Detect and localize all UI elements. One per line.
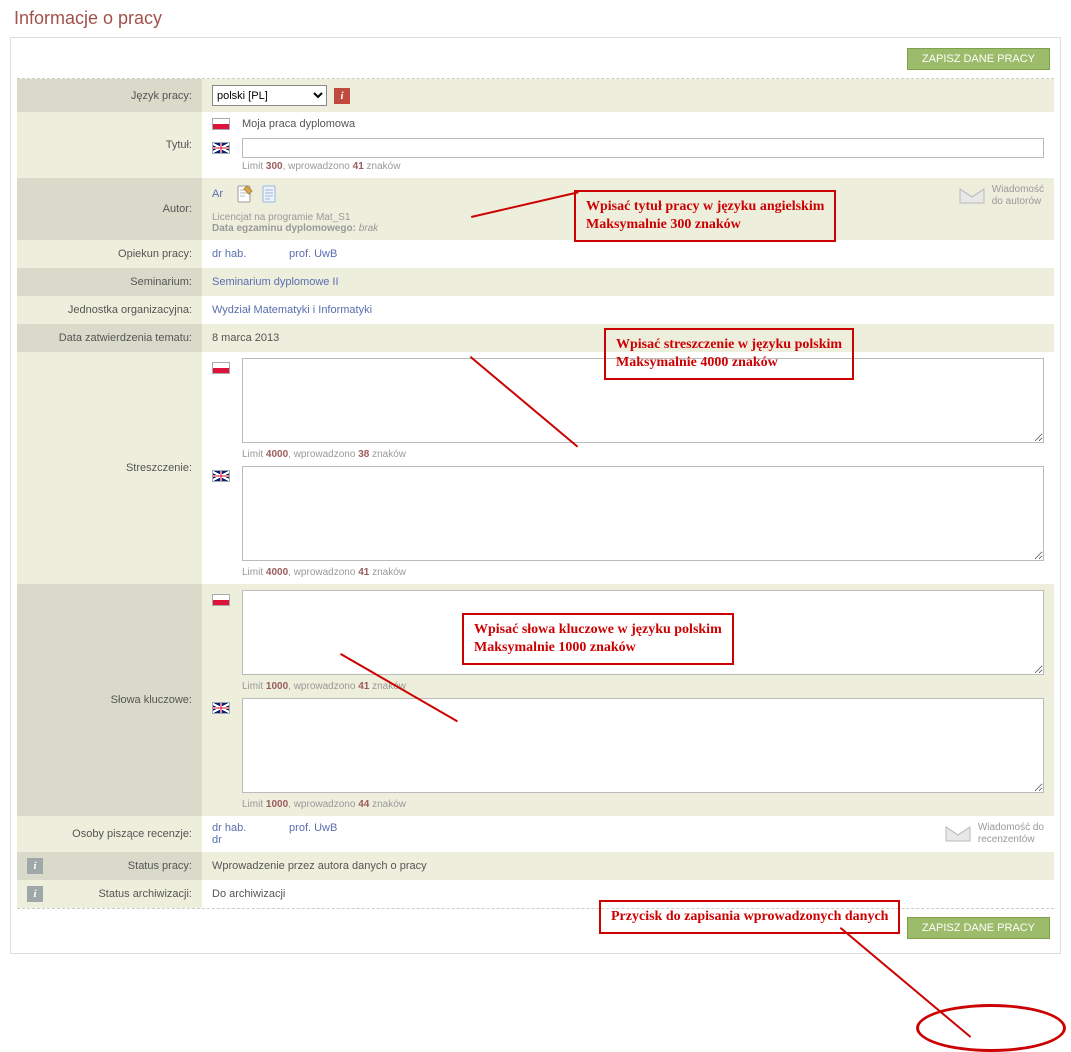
abstract-en-textarea[interactable] — [242, 466, 1044, 561]
keywords-pl-limit: Limit 1000, wprowadzono 41 znaków — [242, 681, 1044, 692]
label-supervisor: Opiekun pracy: — [17, 240, 202, 268]
label-author: Autor: — [17, 178, 202, 240]
flag-pl-icon — [212, 118, 230, 130]
info-icon[interactable]: i — [334, 88, 350, 104]
archive-value: Do archiwizacji — [202, 880, 1054, 908]
flag-gb-icon — [212, 702, 230, 714]
message-reviewers-link[interactable]: Wiadomość do recenzentów — [944, 822, 1044, 846]
annotation-line — [840, 927, 972, 1038]
keywords-en-limit: Limit 1000, wprowadzono 44 znaków — [242, 799, 1044, 810]
main-panel: ZAPISZ DANE PRACY Język pracy: polski [P… — [10, 37, 1061, 954]
label-archive-status: i Status archiwizacji: — [17, 880, 202, 908]
label-orgunit: Jednostka organizacyjna: — [17, 296, 202, 324]
status-value: Wprowadzenie przez autora danych o pracy — [202, 852, 1054, 880]
save-button-top[interactable]: ZAPISZ DANE PRACY — [907, 48, 1050, 70]
flag-gb-icon — [212, 470, 230, 482]
abstract-pl-textarea[interactable] — [242, 358, 1044, 443]
label-abstract: Streszczenie: — [17, 352, 202, 584]
label-keywords: Słowa kluczowe: — [17, 584, 202, 816]
author-name[interactable]: Ar — [212, 188, 223, 200]
label-reviewers: Osoby piszące recenzje: — [17, 816, 202, 852]
flag-pl-icon — [212, 362, 230, 374]
supervisor-link[interactable]: dr hab. prof. UwB — [212, 248, 337, 260]
author-exam: Data egzaminu dyplomowego: brak — [212, 223, 1044, 234]
label-approve-date: Data zatwierdzenia tematu: — [17, 324, 202, 352]
doc-icon-1[interactable] — [236, 184, 254, 204]
approve-date-value: 8 marca 2013 — [202, 324, 1054, 352]
page-title: Informacje o pracy — [0, 0, 1071, 33]
label-language: Język pracy: — [17, 79, 202, 112]
author-program: Licencjat na programie Mat_S1 — [212, 212, 1044, 223]
abstract-pl-limit: Limit 4000, wprowadzono 38 znaków — [242, 449, 1044, 460]
title-limit-info: Limit 300, wprowadzono 41 znaków — [242, 161, 1044, 172]
title-pl-text: Moja praca dyplomowa — [242, 118, 355, 130]
info-icon[interactable]: i — [27, 858, 43, 874]
top-save-bar: ZAPISZ DANE PRACY — [17, 44, 1054, 79]
seminar-link[interactable]: Seminarium dyplomowe II — [212, 276, 339, 288]
form-table: Język pracy: polski [PL] i Tytuł: Moja p… — [17, 79, 1054, 908]
message-authors-link[interactable]: Wiadomość do autorów — [958, 184, 1044, 208]
abstract-en-limit: Limit 4000, wprowadzono 41 znaków — [242, 567, 1044, 578]
label-title: Tytuł: — [17, 112, 202, 178]
info-icon[interactable]: i — [27, 886, 43, 902]
label-status: i Status pracy: — [17, 852, 202, 880]
reviewer-2[interactable]: dr — [212, 834, 1044, 846]
bottom-save-bar: ZAPISZ DANE PRACY — [17, 908, 1054, 943]
keywords-pl-textarea[interactable] — [242, 590, 1044, 675]
flag-pl-icon — [212, 594, 230, 606]
reviewer-1[interactable]: dr hab. prof. UwB — [212, 822, 1044, 834]
label-seminar: Seminarium: — [17, 268, 202, 296]
keywords-en-textarea[interactable] — [242, 698, 1044, 793]
save-button-bottom[interactable]: ZAPISZ DANE PRACY — [907, 917, 1050, 939]
title-en-input[interactable] — [242, 138, 1044, 158]
doc-icon-2[interactable] — [261, 184, 279, 204]
orgunit-link[interactable]: Wydział Matematyki i Informatyki — [212, 304, 372, 316]
language-select[interactable]: polski [PL] — [212, 85, 327, 106]
flag-gb-icon — [212, 142, 230, 154]
